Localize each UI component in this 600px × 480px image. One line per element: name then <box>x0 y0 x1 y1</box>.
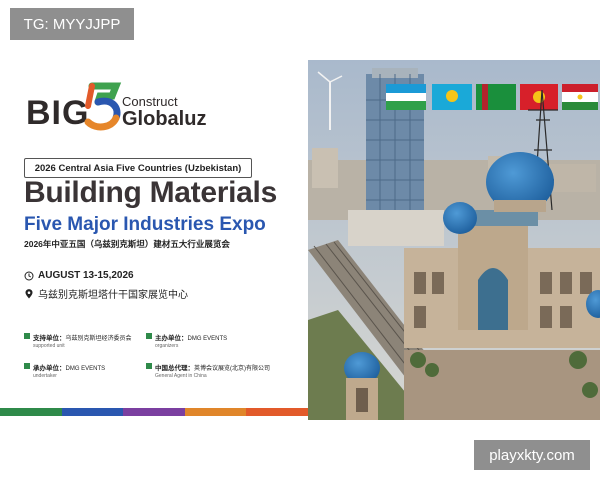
bullet-square-icon <box>146 363 152 369</box>
uzbekistan-flag <box>386 84 426 110</box>
stripe-blue <box>61 408 124 416</box>
bullet-square-icon <box>24 333 30 339</box>
event-venue: 乌兹别克斯坦塔什干国家展览中心 <box>24 286 188 301</box>
bullet-square-icon <box>24 363 30 369</box>
clock-icon <box>24 271 34 280</box>
event-subtitle: 2026 Central Asia Five Countries (Uzbeki… <box>24 158 252 178</box>
tg-badge: TG: MYYJJPP <box>10 8 134 40</box>
logo-globaluz-text: Globaluz <box>122 108 207 130</box>
logo-big-text: BIG <box>26 94 90 132</box>
organizer-item: 中国总代理：英博会议展览(北京)有限公司 General Agent in Ch… <box>146 362 270 379</box>
stripe-orange <box>184 408 247 416</box>
organizer-item: 主办单位：DMG EVENTS organizers <box>146 332 227 349</box>
color-stripe <box>0 408 308 416</box>
event-venue-text: 乌兹别克斯坦塔什干国家展览中心 <box>38 290 188 301</box>
stripe-purple <box>123 408 185 416</box>
five-logo-icon <box>84 82 122 131</box>
kyrgyzstan-flag <box>520 84 558 110</box>
location-pin-icon <box>25 288 33 298</box>
main-title: Building Materials <box>24 176 277 209</box>
turkmenistan-flag <box>476 84 516 110</box>
expo-poster: BIG Construct Globaluz 2026 Central Asia… <box>0 60 600 420</box>
event-date: AUGUST 13-15,2026 <box>24 270 134 281</box>
bullet-square-icon <box>146 333 152 339</box>
tajikistan-flag <box>562 84 598 110</box>
kazakhstan-flag <box>432 84 472 110</box>
poster-text-panel: BIG Construct Globaluz 2026 Central Asia… <box>0 60 308 420</box>
organizer-item: 支持单位：乌兹别克斯坦经济委员会 supported unit <box>24 332 132 349</box>
stripe-red <box>246 408 308 416</box>
event-date-text: AUGUST 13-15,2026 <box>38 270 134 281</box>
big5-logo: BIG Construct Globaluz <box>26 80 216 132</box>
stripe-green <box>0 408 62 416</box>
second-title: Five Major Industries Expo <box>24 214 266 235</box>
logo-construct-text: Construct <box>122 94 178 109</box>
tashkent-city-photo <box>308 60 600 420</box>
chinese-title: 2026年中亚五国（乌兹别克斯坦）建材五大行业展览会 <box>24 239 230 249</box>
watermark-badge: playxkty.com <box>474 440 590 470</box>
organizer-item: 承办单位：DMG EVENTS undertaker <box>24 362 105 379</box>
